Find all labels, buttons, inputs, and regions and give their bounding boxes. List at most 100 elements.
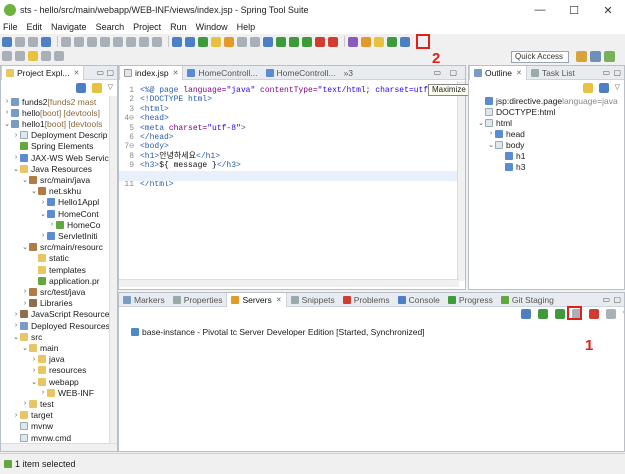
- external-tools-icon[interactable]: [328, 36, 338, 47]
- close-icon[interactable]: ✕: [73, 69, 79, 77]
- tree-item[interactable]: › Hello1Appl: [39, 197, 99, 208]
- tree-item[interactable]: › ServletIniti: [39, 230, 98, 241]
- tab-git-staging[interactable]: Git Staging: [497, 293, 558, 307]
- tree-toggle-icon[interactable]: ›: [21, 300, 29, 307]
- tab-index-jsp[interactable]: index.jsp ✕: [119, 66, 184, 80]
- spring-boot-dashboard-icon[interactable]: [198, 36, 208, 47]
- new-java-icon[interactable]: [250, 36, 260, 47]
- tree-item[interactable]: › target: [12, 410, 53, 421]
- view-menu-icon[interactable]: ▽: [108, 83, 113, 93]
- tree-toggle-icon[interactable]: ›: [48, 221, 56, 228]
- tree-item[interactable]: › WEB-INF: [39, 387, 94, 398]
- tree-toggle-icon[interactable]: ⌄: [477, 119, 485, 127]
- tree-toggle-icon[interactable]: ›: [30, 356, 38, 363]
- edit-icon[interactable]: [387, 36, 397, 47]
- back-icon[interactable]: [41, 51, 51, 61]
- menu-help[interactable]: Help: [237, 22, 256, 32]
- search-icon[interactable]: [263, 36, 273, 47]
- tree-item[interactable]: › JavaScript Resources: [12, 309, 114, 320]
- tree-toggle-icon[interactable]: ›: [12, 154, 20, 161]
- tree-toggle-icon[interactable]: ⌄: [30, 187, 38, 195]
- tab-outline[interactable]: Outline ✕: [469, 66, 527, 80]
- outline-item[interactable]: h3: [497, 161, 525, 172]
- tree-toggle-icon[interactable]: ›: [21, 400, 29, 407]
- debug-icon[interactable]: [276, 36, 286, 47]
- close-button[interactable]: ✕: [591, 0, 625, 20]
- tree-item[interactable]: › java: [30, 354, 65, 365]
- server-entry[interactable]: base-instance - Pivotal tc Server Develo…: [131, 327, 425, 337]
- tree-item[interactable]: mvnw.cmd: [12, 432, 71, 443]
- tree-toggle-icon[interactable]: ›: [12, 132, 20, 139]
- tree-toggle-icon[interactable]: ›: [21, 288, 29, 295]
- tab-properties[interactable]: Properties: [169, 293, 227, 307]
- toggle-mark-icon[interactable]: [211, 36, 221, 47]
- tree-item[interactable]: › Libraries: [21, 298, 73, 309]
- tree-item[interactable]: ⌄ src/main/resourc: [21, 242, 103, 253]
- step-over-icon[interactable]: [139, 36, 149, 47]
- maximize-view-icon[interactable]: ▢: [613, 68, 621, 77]
- tree-toggle-icon[interactable]: ›: [12, 311, 20, 318]
- editor-vertical-scrollbar[interactable]: [457, 81, 465, 281]
- tree-item[interactable]: › Deployed Resources: [12, 320, 110, 331]
- tree-toggle-icon[interactable]: ⌄: [21, 243, 29, 251]
- step-into-icon[interactable]: [126, 36, 136, 47]
- tree-toggle-icon[interactable]: ›: [30, 367, 38, 374]
- outline-item[interactable]: ⌄ body: [487, 139, 524, 150]
- menu-edit[interactable]: Edit: [27, 22, 43, 32]
- link-editor-icon[interactable]: [91, 83, 102, 93]
- tree-item[interactable]: › resources: [30, 365, 87, 376]
- tab-project-explorer[interactable]: Project Expl... ✕: [1, 66, 85, 80]
- tab-console[interactable]: Console: [394, 293, 444, 307]
- tree-toggle-icon[interactable]: ⌄: [30, 378, 38, 386]
- tree-item[interactable]: › hello [boot] [devtools]: [3, 107, 100, 118]
- open-perspective-icon[interactable]: [576, 51, 587, 62]
- last-edit-icon[interactable]: [28, 51, 38, 61]
- tree-item[interactable]: Spring Elements: [12, 141, 93, 152]
- menu-search[interactable]: Search: [96, 22, 125, 32]
- java-ee-perspective-icon[interactable]: [590, 51, 601, 62]
- tree-toggle-icon[interactable]: ›: [3, 109, 11, 116]
- tree-toggle-icon[interactable]: ⌄: [12, 333, 20, 341]
- outline-item[interactable]: h1: [497, 150, 525, 161]
- open-type-icon[interactable]: [172, 36, 182, 47]
- tree-toggle-icon[interactable]: ⌄: [487, 141, 495, 149]
- suspend-icon[interactable]: [87, 36, 97, 47]
- more-tabs-button[interactable]: »3: [340, 66, 357, 80]
- menu-project[interactable]: Project: [133, 22, 161, 32]
- tree-toggle-icon[interactable]: ›: [12, 322, 20, 329]
- maximize-button[interactable]: ☐: [557, 0, 591, 20]
- outline-item[interactable]: › head: [487, 128, 525, 139]
- maximize-view-icon[interactable]: ▢: [613, 295, 621, 304]
- disconnect-icon[interactable]: [113, 36, 123, 47]
- explorer-vertical-scrollbar[interactable]: [109, 96, 117, 444]
- quick-access-field[interactable]: Quick Access: [511, 51, 569, 63]
- new-icon[interactable]: [2, 36, 12, 47]
- tab-markers[interactable]: Markers: [119, 293, 169, 307]
- tree-item[interactable]: ⌄ net.skhu: [30, 186, 81, 197]
- minimize-view-icon[interactable]: ▭: [602, 295, 610, 304]
- open-task-icon[interactable]: [185, 36, 195, 47]
- tab-task-list[interactable]: Task List: [527, 66, 579, 80]
- tree-item[interactable]: ⌄ main: [21, 342, 58, 353]
- tab-progress[interactable]: Progress: [444, 293, 497, 307]
- sort-icon[interactable]: [582, 83, 593, 93]
- maximize-view-icon[interactable]: ▢: [449, 68, 457, 77]
- run-icon[interactable]: [289, 36, 299, 47]
- minimize-view-icon[interactable]: ▭: [433, 68, 441, 77]
- menu-navigate[interactable]: Navigate: [51, 22, 87, 32]
- tree-item[interactable]: › JAX-WS Web Servic: [12, 152, 109, 163]
- spring-perspective-icon[interactable]: [604, 51, 615, 62]
- stop-server-icon[interactable]: [589, 309, 599, 319]
- tree-item[interactable]: › test: [21, 398, 54, 409]
- tab-problems[interactable]: Problems: [339, 293, 394, 307]
- close-icon[interactable]: ✕: [516, 69, 522, 77]
- tab-snippets[interactable]: Snippets: [287, 293, 339, 307]
- collapse-icon[interactable]: [521, 309, 531, 319]
- editor-horizontal-scrollbar[interactable]: [119, 279, 459, 287]
- menu-run[interactable]: Run: [170, 22, 187, 32]
- terminal-icon[interactable]: [41, 36, 51, 47]
- collapse-all-icon[interactable]: [598, 83, 609, 93]
- tree-item[interactable]: mvnw: [12, 421, 53, 432]
- minimize-button[interactable]: —: [523, 0, 557, 20]
- menu-file[interactable]: File: [3, 22, 18, 32]
